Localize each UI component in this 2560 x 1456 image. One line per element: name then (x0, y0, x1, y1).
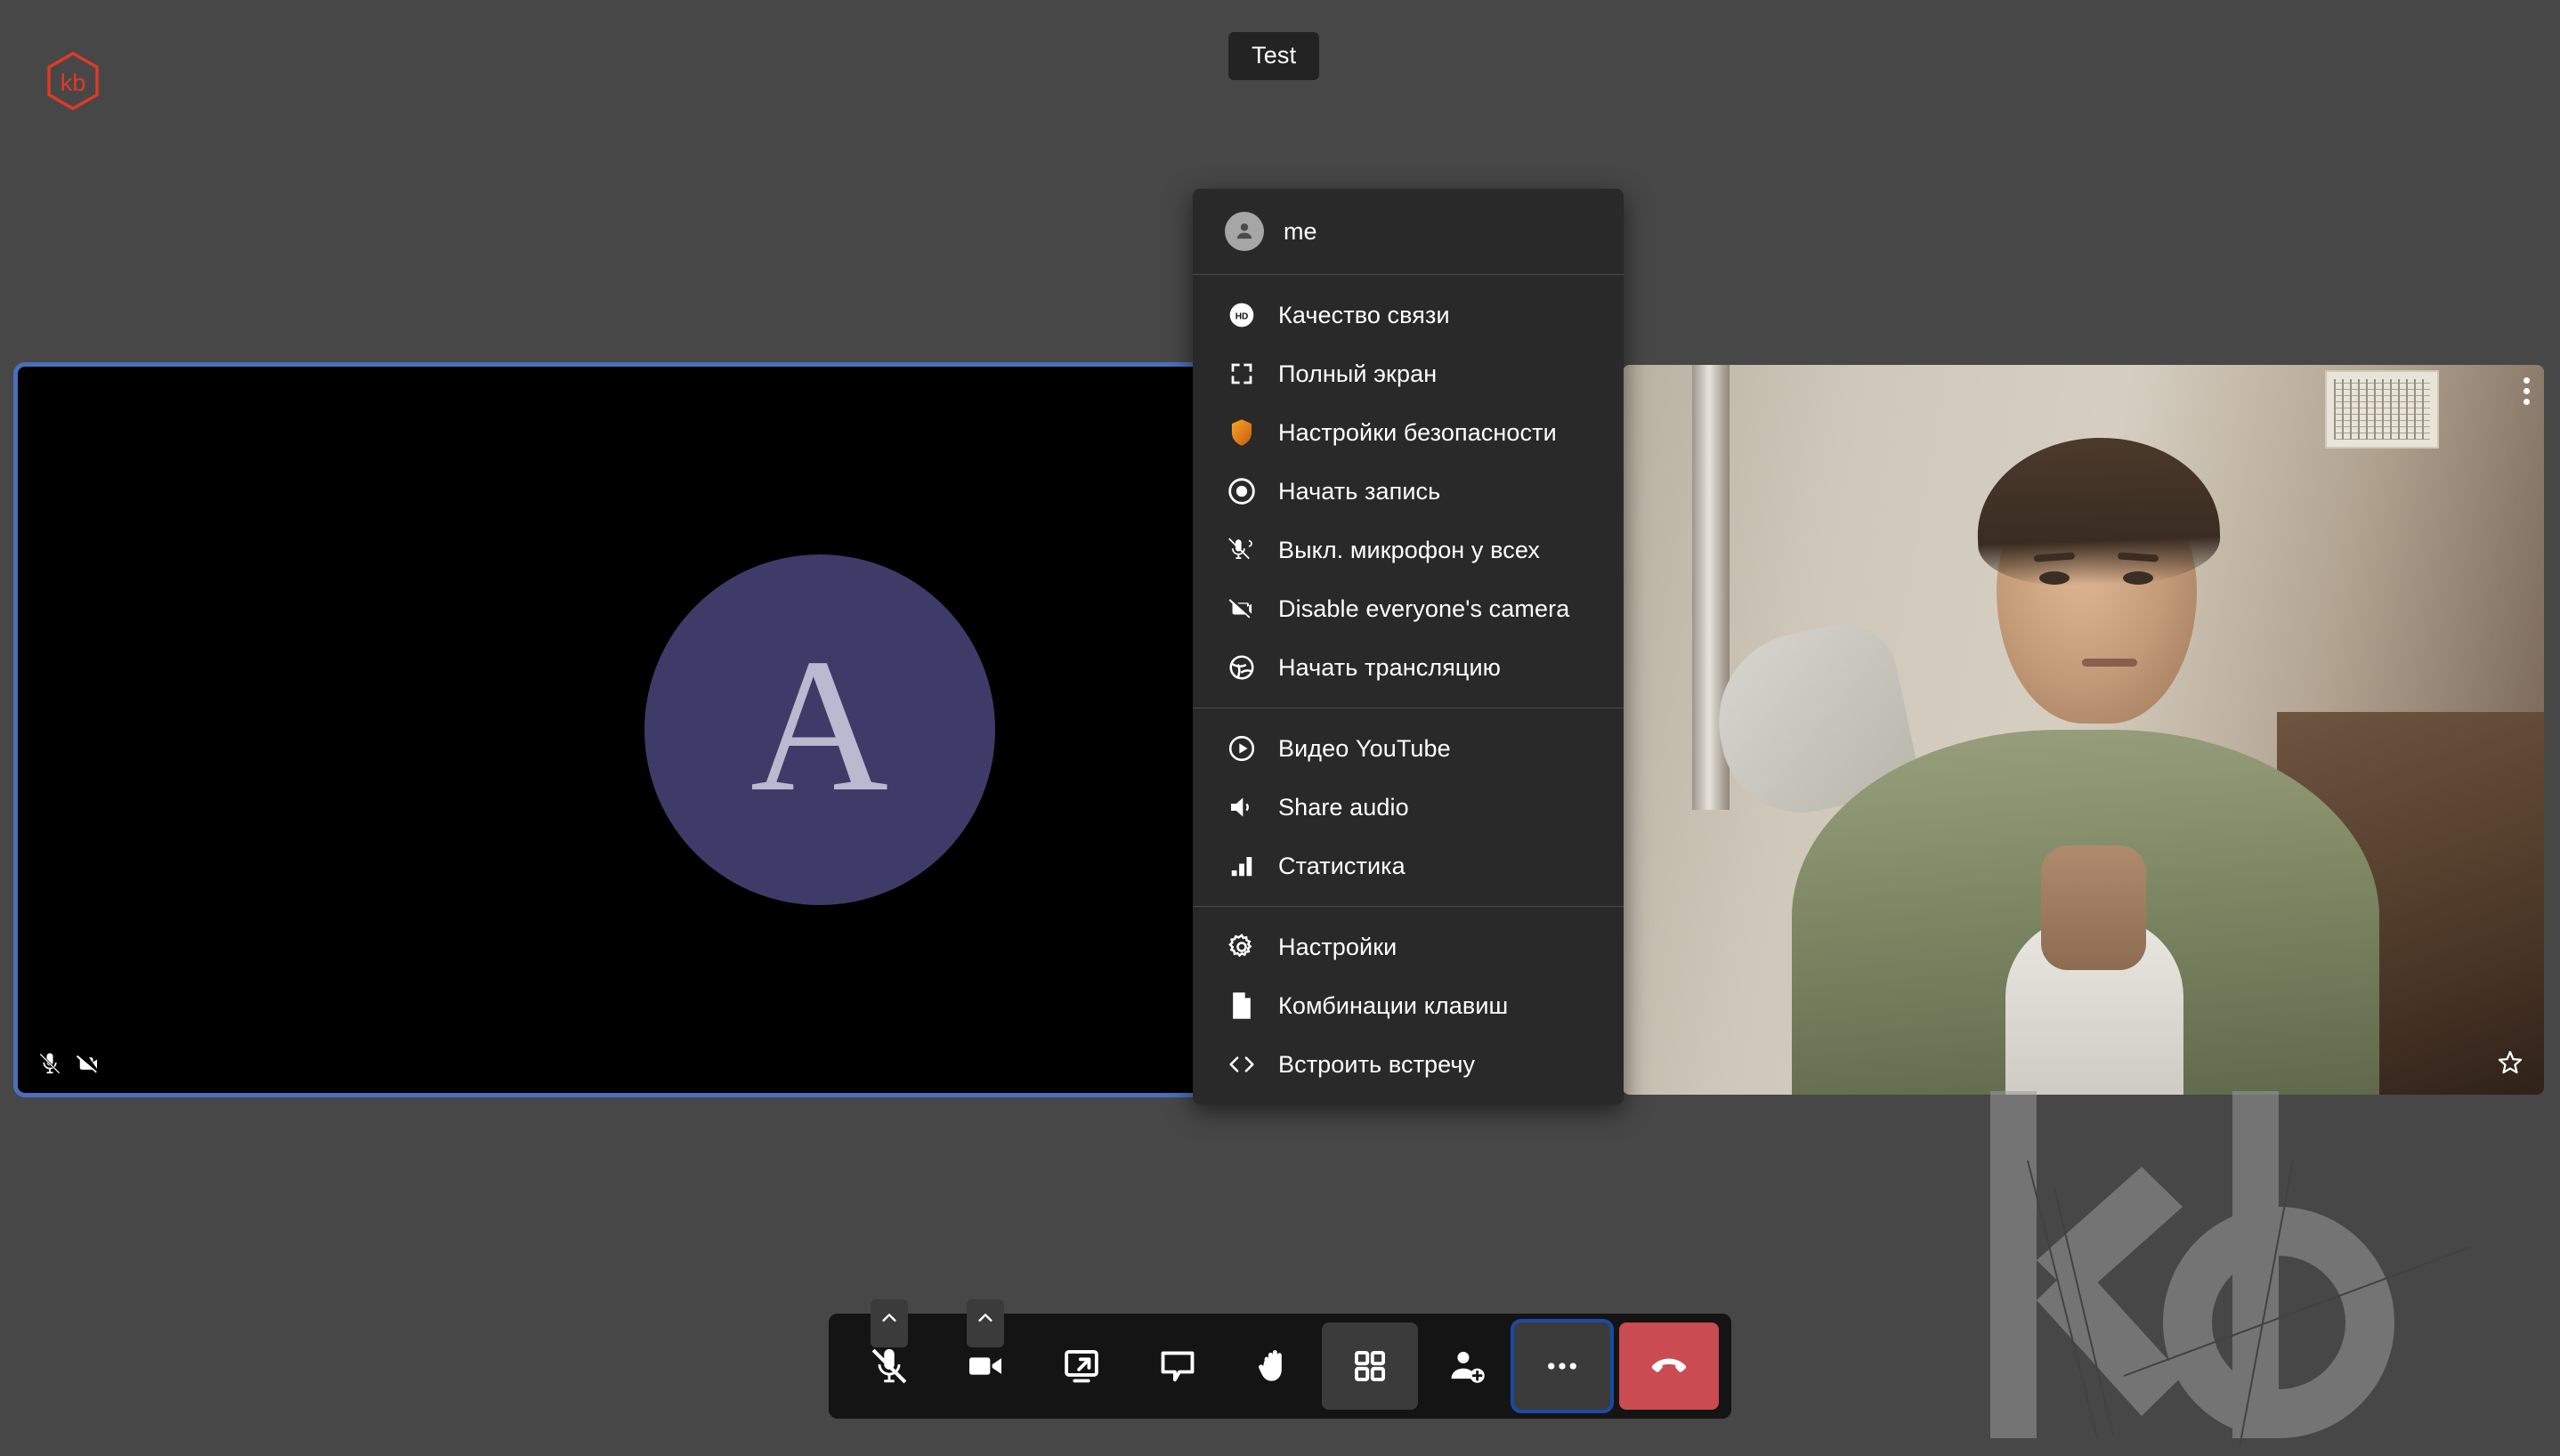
microphone-options-caret[interactable] (871, 1299, 908, 1347)
camera-icon (965, 1346, 1006, 1387)
document-icon (1225, 989, 1259, 1023)
menu-item-settings[interactable]: Настройки (1193, 918, 1624, 976)
fullscreen-icon (1225, 357, 1259, 391)
toolbar-button-raise-hand[interactable] (1226, 1323, 1322, 1410)
overflow-context-menu: me HD Качество связи (1193, 189, 1624, 1104)
menu-item-embed-meeting[interactable]: Встроить встречу (1193, 1035, 1624, 1094)
code-brackets-icon (1225, 1048, 1259, 1081)
context-menu-user-name: me (1284, 218, 1317, 246)
toolbar-button-microphone[interactable] (841, 1323, 937, 1410)
menu-item-mute-everyone[interactable]: Выкл. микрофон у всех (1193, 521, 1624, 579)
menu-item-start-live-stream[interactable]: Начать трансляцию (1193, 638, 1624, 697)
menu-group-main: HD Качество связи Полный экран (1193, 275, 1624, 708)
video-tile-remote[interactable] (1623, 365, 2544, 1095)
camera-options-caret[interactable] (967, 1299, 1004, 1347)
screen-share-icon (1061, 1346, 1102, 1387)
avatar-initial: A (750, 629, 888, 821)
mute-everyone-icon (1225, 533, 1259, 567)
toolbar-button-chat[interactable] (1130, 1323, 1226, 1410)
menu-item-disable-everyones-camera[interactable]: Disable everyone's camera (1193, 579, 1624, 638)
menu-item-label: Полный экран (1278, 360, 1437, 388)
chat-bubble-icon (1157, 1346, 1198, 1387)
tile-status-icons (37, 1050, 101, 1077)
toolbar-button-hangup[interactable] (1619, 1323, 1719, 1410)
person-icon (1225, 212, 1264, 251)
camera-off-icon (75, 1050, 101, 1077)
menu-item-label: Настройки (1278, 934, 1397, 961)
menu-item-label: Начать трансляцию (1278, 654, 1501, 682)
star-outline-icon[interactable] (2496, 1048, 2524, 1077)
kebab-menu-icon[interactable] (2524, 377, 2530, 405)
more-dots-icon (1542, 1346, 1583, 1387)
toolbar-button-invite[interactable] (1418, 1323, 1514, 1410)
menu-item-keyboard-shortcuts[interactable]: Комбинации клавиш (1193, 976, 1624, 1035)
menu-item-connection-quality[interactable]: HD Качество связи (1193, 286, 1624, 344)
menu-item-label: Видео YouTube (1278, 735, 1451, 763)
microphone-muted-icon (37, 1051, 62, 1076)
menu-item-statistics[interactable]: Статистика (1193, 837, 1624, 895)
menu-item-label: Встроить встречу (1278, 1051, 1475, 1079)
grid-view-icon (1351, 1347, 1389, 1385)
raised-hand-icon (1253, 1346, 1294, 1387)
toolbar-button-screenshare[interactable] (1033, 1323, 1130, 1410)
camera-off-all-icon (1225, 592, 1259, 626)
svg-text:HD: HD (1235, 311, 1249, 321)
context-menu-header: me (1193, 189, 1624, 274)
svg-text:kb: kb (61, 69, 86, 96)
menu-item-label: Статистика (1278, 853, 1406, 880)
room-name-label: Test (1228, 32, 1319, 80)
menu-item-share-audio[interactable]: Share audio (1193, 778, 1624, 837)
bar-chart-icon (1225, 849, 1259, 883)
remote-video-frame (1623, 365, 2544, 1095)
menu-item-fullscreen[interactable]: Полный экран (1193, 344, 1624, 403)
menu-item-label: Настройки безопасности (1278, 419, 1557, 447)
shield-icon (1225, 416, 1259, 449)
hangup-icon (1649, 1346, 1689, 1387)
play-circle-icon (1225, 732, 1259, 765)
menu-item-label: Качество связи (1278, 302, 1450, 329)
toolbar-button-more[interactable] (1514, 1323, 1610, 1410)
toolbar-button-tile-view[interactable] (1322, 1323, 1418, 1410)
avatar: A (644, 554, 995, 905)
toolbar-button-camera[interactable] (937, 1323, 1033, 1410)
kb-hexagon-logo-icon: kb (46, 52, 100, 110)
gear-icon (1225, 930, 1259, 964)
add-person-icon (1446, 1346, 1487, 1387)
menu-item-youtube-video[interactable]: Видео YouTube (1193, 719, 1624, 778)
menu-item-label: Выкл. микрофон у всех (1278, 537, 1540, 564)
meeting-app-root: kb Test A (0, 0, 2560, 1456)
record-icon (1225, 474, 1259, 508)
menu-item-security-options[interactable]: Настройки безопасности (1193, 403, 1624, 462)
hd-badge-icon: HD (1225, 298, 1259, 332)
meeting-toolbar (829, 1314, 1731, 1419)
microphone-muted-icon (869, 1346, 910, 1387)
menu-group-media: Видео YouTube Share audio (1193, 708, 1624, 906)
menu-item-label: Комбинации клавиш (1278, 992, 1508, 1020)
menu-item-label: Начать запись (1278, 478, 1440, 506)
live-stream-icon (1225, 651, 1259, 684)
speaker-icon (1225, 790, 1259, 824)
menu-group-settings: Настройки Комбинации клавиш (1193, 907, 1624, 1104)
menu-item-label: Disable everyone's camera (1278, 595, 1569, 623)
menu-item-start-recording[interactable]: Начать запись (1193, 462, 1624, 521)
brand-watermark (1973, 1082, 2524, 1456)
menu-item-label: Share audio (1278, 794, 1409, 821)
